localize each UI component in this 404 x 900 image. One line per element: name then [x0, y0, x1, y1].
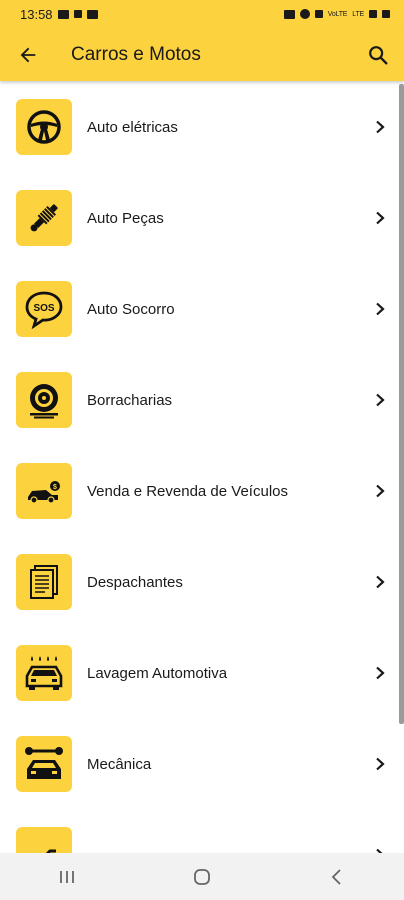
tire-icon: [16, 372, 72, 428]
chevron-right-icon: [370, 845, 390, 853]
car-sale-icon: $: [16, 463, 72, 519]
recent-apps-icon: [60, 870, 75, 883]
video-icon: [57, 9, 69, 19]
mechanic-icon: [16, 736, 72, 792]
scrollbar[interactable]: [399, 84, 404, 724]
shock-absorber-icon: [16, 190, 72, 246]
app-bar: Carros e Motos: [0, 28, 404, 81]
mute-icon: [314, 10, 323, 18]
list-item-auto-pecas[interactable]: Auto Peças: [0, 172, 404, 264]
steering-wheel-icon: [16, 99, 72, 155]
list-item-partial[interactable]: [0, 809, 404, 853]
chevron-right-icon: [370, 754, 390, 774]
list-item-label: Auto elétricas: [87, 118, 178, 136]
list-item-label: Borracharias: [87, 391, 173, 409]
volte-label: VoLTE: [327, 10, 348, 18]
search-icon: [369, 45, 388, 64]
list-item-label: Mecânica: [87, 755, 152, 773]
svg-text:$: $: [53, 484, 57, 491]
list-item-label: Auto Socorro: [87, 300, 175, 318]
car-wash-icon: [16, 645, 72, 701]
chevron-right-icon: [370, 572, 390, 592]
category-list: Auto elétricas Auto Peças SOS Auto Socor…: [0, 81, 404, 853]
key-icon: [283, 9, 295, 19]
system-nav-bar: [0, 853, 404, 900]
recent-apps-button[interactable]: [37, 857, 97, 897]
documents-icon: [16, 554, 72, 610]
home-button[interactable]: [172, 857, 232, 897]
list-item-label: Venda e Revenda de Veículos: [87, 482, 288, 500]
signal-icon: [369, 10, 377, 18]
call-icon: [73, 10, 82, 18]
search-button[interactable]: [352, 28, 404, 81]
status-right: VoLTE LTE: [283, 9, 390, 19]
list-item-label: Despachantes: [87, 573, 183, 591]
chevron-right-icon: [370, 663, 390, 683]
list-item-mecanica[interactable]: Mecânica: [0, 718, 404, 810]
motorcycle-icon: [16, 827, 72, 853]
svg-text:SOS: SOS: [33, 303, 54, 314]
list-item-lavagem[interactable]: Lavagem Automotiva: [0, 627, 404, 719]
list-item-borracharias[interactable]: Borracharias: [0, 354, 404, 446]
back-chevron-icon: [331, 868, 341, 885]
system-back-button[interactable]: [307, 857, 367, 897]
list-item-label: Auto Peças: [87, 209, 164, 227]
battery-icon: [382, 10, 390, 18]
status-bar: 13:58 VoLTE LTE: [0, 0, 404, 28]
status-left: 13:58: [20, 7, 98, 22]
chevron-right-icon: [370, 481, 390, 501]
status-time: 13:58: [20, 6, 53, 22]
list-item-venda-revenda[interactable]: $ Venda e Revenda de Veículos: [0, 445, 404, 537]
chevron-right-icon: [370, 208, 390, 228]
list-item-auto-eletricas[interactable]: Auto elétricas: [0, 81, 404, 173]
chevron-right-icon: [370, 117, 390, 137]
page-title: Carros e Motos: [71, 43, 201, 65]
chevron-right-icon: [370, 390, 390, 410]
sos-icon: SOS: [16, 281, 72, 337]
home-icon: [194, 868, 210, 885]
back-button[interactable]: [0, 28, 56, 81]
chevron-right-icon: [370, 299, 390, 319]
list-item-despachantes[interactable]: Despachantes: [0, 536, 404, 628]
list-item-label: Lavagem Automotiva: [87, 664, 228, 682]
youtube-icon: [86, 9, 98, 19]
list-item-auto-socorro[interactable]: SOS Auto Socorro: [0, 263, 404, 355]
alarm-icon: [299, 9, 310, 19]
lte-label: LTE: [352, 10, 364, 18]
arrow-left-icon: [20, 47, 36, 62]
